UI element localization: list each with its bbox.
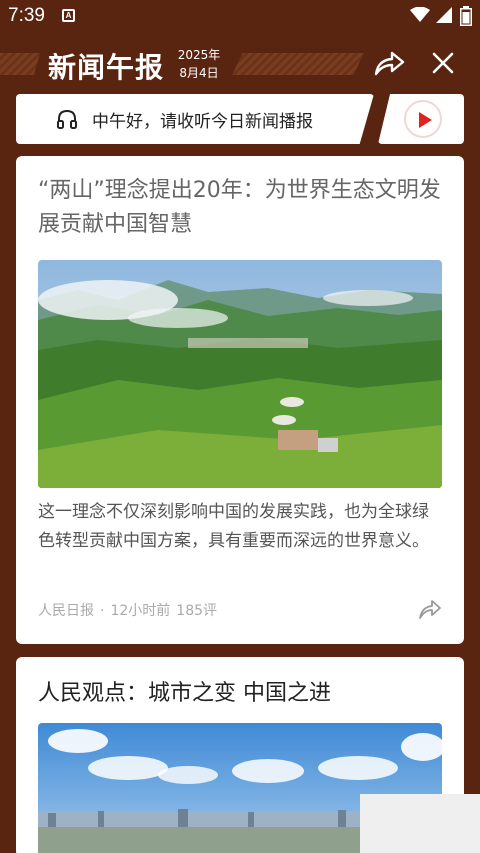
battery-icon — [460, 6, 472, 26]
status-bar: 7:39 A — [0, 0, 480, 32]
header: 新闻午报 2025年 8月4日 — [0, 40, 480, 88]
audio-play-panel[interactable] — [378, 94, 464, 144]
article-title[interactable]: 人民观点：城市之变 中国之进 — [38, 677, 442, 711]
article-meta: 人民日报 · 12小时前 185评 — [38, 600, 223, 620]
share-icon — [419, 600, 441, 619]
share-button[interactable] — [372, 48, 406, 78]
play-button[interactable] — [404, 100, 442, 138]
header-decoration — [0, 53, 40, 75]
article-share-button[interactable] — [418, 598, 442, 624]
close-button[interactable] — [428, 48, 458, 78]
article-title[interactable]: “两山”理念提出20年：为世界生态文明发展贡献中国智慧 — [38, 174, 442, 242]
notification-icon: A — [62, 9, 75, 22]
article-summary: 这一理念不仅深刻影响中国的发展实践，也为全球绿色转型贡献中国方案，具有重要而深远… — [38, 502, 429, 551]
headphone-icon — [57, 109, 77, 129]
article-source: 人民日报 — [38, 603, 94, 619]
play-icon — [419, 112, 432, 128]
share-icon — [374, 51, 405, 76]
landscape-image — [38, 260, 442, 488]
wifi-icon — [410, 7, 430, 22]
audio-label-panel[interactable]: 中午好，请收听今日新闻播报 — [16, 94, 374, 144]
header-date: 2025年 8月4日 — [176, 46, 222, 82]
floating-overlay — [360, 794, 480, 853]
close-icon — [432, 52, 454, 74]
article-time: 12小时前 — [110, 603, 171, 619]
header-date-day: 8月4日 — [179, 66, 219, 80]
article-image[interactable] — [38, 260, 442, 488]
audio-label: 中午好，请收听今日新闻播报 — [92, 112, 313, 132]
meta-separator: · — [100, 603, 105, 619]
header-date-year: 2025年 — [177, 48, 221, 62]
page-title: 新闻午报 — [48, 51, 165, 84]
article-card[interactable]: “两山”理念提出20年：为世界生态文明发展贡献中国智慧 这一理念不仅深刻影响中国… — [16, 156, 464, 644]
header-decoration — [232, 53, 364, 75]
audio-news-bar[interactable]: 中午好，请收听今日新闻播报 — [16, 94, 464, 144]
article-comments[interactable]: 185评 — [176, 603, 217, 619]
signal-icon — [436, 7, 452, 23]
status-time: 7:39 — [8, 5, 45, 26]
